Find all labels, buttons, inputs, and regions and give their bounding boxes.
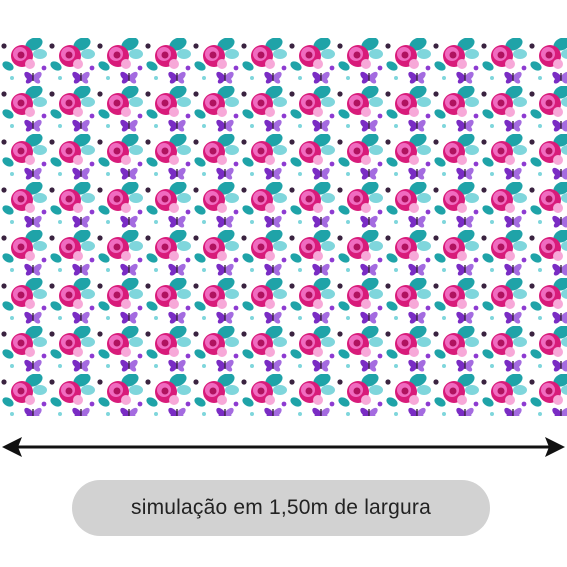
width-label-badge: simulação em 1,50m de largura <box>72 480 490 536</box>
fabric-pattern-swatch <box>0 38 567 416</box>
floral-pattern <box>0 38 567 416</box>
width-arrow <box>2 437 565 457</box>
width-label-text: simulação em 1,50m de largura <box>131 496 431 519</box>
